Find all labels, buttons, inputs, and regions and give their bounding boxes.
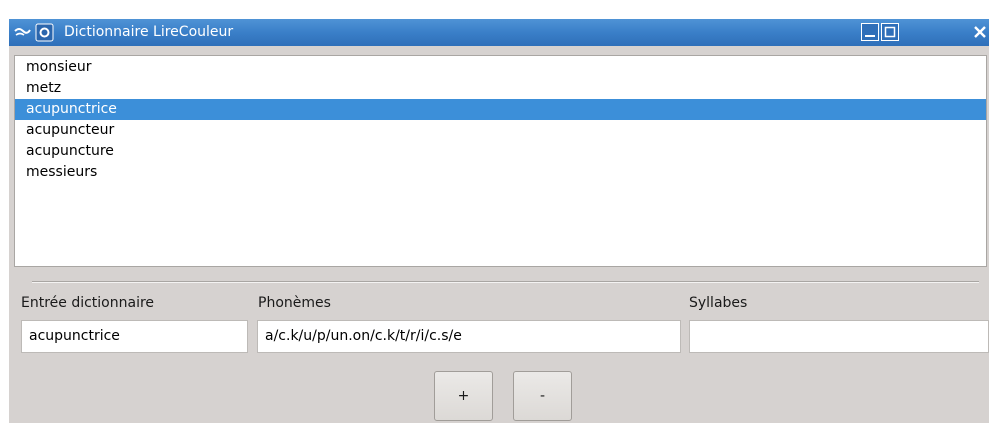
dictionary-window: Dictionnaire LireCouleur monsieur metz a… bbox=[9, 19, 989, 423]
entry-label: Entrée dictionnaire bbox=[21, 295, 155, 311]
list-item-selected[interactable]: acupunctrice bbox=[15, 99, 986, 120]
close-icon[interactable] bbox=[971, 23, 989, 41]
phonemes-field[interactable]: a/c.k/u/p/un.on/c.k/t/r/i/c.s/e bbox=[257, 320, 681, 353]
list-item[interactable]: messieurs bbox=[15, 162, 986, 183]
minimize-icon[interactable] bbox=[861, 23, 879, 41]
maximize-icon[interactable] bbox=[881, 23, 899, 41]
list-item[interactable]: monsieur bbox=[15, 57, 986, 78]
libreoffice-gull-icon bbox=[13, 23, 32, 42]
word-list[interactable]: monsieur metz acupunctrice acupuncteur a… bbox=[14, 55, 987, 267]
window-menu-icon[interactable] bbox=[35, 23, 54, 42]
title-bar[interactable]: Dictionnaire LireCouleur bbox=[9, 19, 989, 46]
syllables-label: Syllabes bbox=[689, 295, 748, 311]
list-item[interactable]: acupuncteur bbox=[15, 120, 986, 141]
syllables-field[interactable] bbox=[689, 320, 989, 353]
remove-button[interactable]: - bbox=[513, 371, 572, 421]
add-button[interactable]: + bbox=[434, 371, 493, 421]
window-title: Dictionnaire LireCouleur bbox=[64, 24, 234, 40]
phonemes-label: Phonèmes bbox=[258, 295, 331, 311]
list-item[interactable]: acupuncture bbox=[15, 141, 986, 162]
list-item[interactable]: metz bbox=[15, 78, 986, 99]
separator bbox=[32, 281, 979, 283]
entry-field[interactable]: acupunctrice bbox=[21, 320, 248, 353]
